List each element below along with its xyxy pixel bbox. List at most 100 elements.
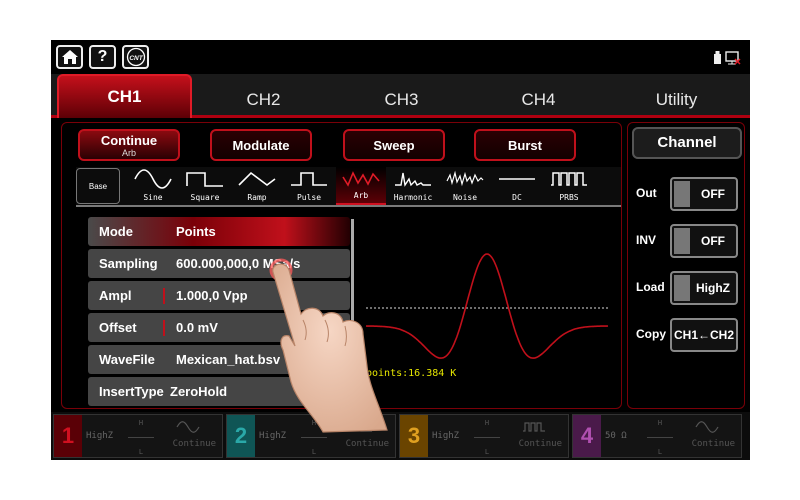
l-label: L <box>484 448 490 456</box>
wave-dc-label: DC <box>512 193 522 202</box>
mexican-hat-trace <box>365 253 609 359</box>
copy-label: Copy <box>636 327 666 341</box>
channel-impedance: HighZ <box>432 431 460 441</box>
burst-button[interactable]: Burst <box>474 129 576 161</box>
square-icon <box>186 172 223 187</box>
tab-ch1[interactable]: CH1 <box>57 74 192 118</box>
param-name: Ampl <box>99 288 132 303</box>
param-marker <box>163 288 165 304</box>
wave-noise[interactable]: Noise <box>440 167 490 205</box>
channel-impedance: HighZ <box>86 431 114 441</box>
preview-svg <box>365 253 609 359</box>
param-value: 0.0 mV <box>176 320 218 335</box>
tab-utility[interactable]: Utility <box>609 82 744 118</box>
inv-label: INV <box>636 233 657 247</box>
l-label: L <box>311 448 317 456</box>
tab-ch2[interactable]: CH2 <box>196 82 331 118</box>
generator-screen: ? CNT CH1 CH2 CH3 CH4 Utility Continue A… <box>51 40 750 460</box>
wave-prbs-label: PRBS <box>559 193 579 202</box>
param-value: ZeroHold <box>170 384 228 399</box>
channel-mode: Continue <box>691 439 735 449</box>
channel-mode: Continue <box>345 439 389 449</box>
toggle-switch <box>674 275 690 301</box>
wave-square-label: Square <box>190 193 220 202</box>
waveform-bar: Base Sine Square Ramp Pulse Arb Harmonic… <box>76 167 621 207</box>
arb-icon <box>342 171 380 187</box>
channel-hl-indicator: HL <box>643 419 677 456</box>
sine-icon <box>176 421 200 433</box>
load-value: HighZ <box>696 281 730 295</box>
h-label: H <box>484 419 490 427</box>
sine-icon <box>134 169 172 189</box>
help-button[interactable]: ? <box>89 45 116 69</box>
wave-prbs[interactable]: PRBS <box>544 167 594 205</box>
wave-arb[interactable]: Arb <box>336 167 386 205</box>
channel-number: 1 <box>54 415 82 457</box>
out-row: Out OFF <box>628 175 746 213</box>
wave-arb-label: Arb <box>353 191 369 200</box>
usb-icon <box>714 51 741 65</box>
channel-panel-title: Channel <box>632 127 742 159</box>
inv-value: OFF <box>701 234 725 248</box>
channel-mode: Continue <box>518 439 562 449</box>
copy-button[interactable]: CH1←CH2 <box>670 318 738 352</box>
cnt-label: CNT <box>129 55 143 62</box>
continue-label: Continue <box>100 132 158 148</box>
channel-4-status[interactable]: 4 50 Ω HL Continue <box>572 414 742 458</box>
param-marker <box>163 320 165 336</box>
continue-sub-label: Arb <box>121 147 136 158</box>
dc-icon <box>499 178 535 180</box>
param-name: InsertType <box>99 384 164 399</box>
param-name: Offset <box>99 320 137 335</box>
harmonic-icon <box>395 172 431 187</box>
out-toggle[interactable]: OFF <box>670 177 738 211</box>
sweep-button[interactable]: Sweep <box>343 129 445 161</box>
tab-ch4[interactable]: CH4 <box>471 82 606 118</box>
channel-status-bar: 1 HighZ HL Continue 2 HighZ HL Continue … <box>51 412 750 460</box>
channel-3-status[interactable]: 3 HighZ H L Continue <box>399 414 569 458</box>
wave-harmonic-label: Harmonic <box>393 193 433 202</box>
wave-ramp-label: Ramp <box>247 193 267 202</box>
channel-hl-indicator: HL <box>124 419 158 456</box>
wave-square[interactable]: Square <box>180 167 230 205</box>
channel-mode: Continue <box>172 439 216 449</box>
channel-tabs: CH1 CH2 CH3 CH4 Utility <box>51 74 750 118</box>
param-value: 1.000,0 Vpp <box>176 288 248 303</box>
param-name: Mode <box>99 224 133 239</box>
continue-button[interactable]: Continue Arb <box>78 129 180 161</box>
channel-number: 2 <box>227 415 255 457</box>
param-mode[interactable]: Mode Points <box>88 217 350 246</box>
copy-row: Copy CH1←CH2 <box>628 316 746 354</box>
load-row: Load HighZ <box>628 269 746 307</box>
channel-number: 3 <box>400 415 428 457</box>
pointing-hand-icon <box>269 258 388 433</box>
inv-toggle[interactable]: OFF <box>670 224 738 258</box>
modulate-button[interactable]: Modulate <box>210 129 312 161</box>
load-label: Load <box>636 280 665 294</box>
h-label: H <box>138 419 144 427</box>
waveform-preview: points:16.384 K <box>356 217 620 409</box>
wave-dc[interactable]: DC <box>492 167 542 205</box>
prbs-icon <box>551 172 587 186</box>
tab-ch3[interactable]: CH3 <box>334 82 469 118</box>
wave-pulse-label: Pulse <box>296 193 322 202</box>
base-button[interactable]: Base <box>76 168 120 204</box>
status-icons <box>712 50 742 71</box>
home-icon[interactable] <box>56 45 83 69</box>
ramp-icon <box>238 171 276 186</box>
param-name: WaveFile <box>99 352 155 367</box>
sine-icon <box>695 421 719 433</box>
toggle-switch <box>674 228 690 254</box>
out-label: Out <box>636 186 657 200</box>
load-button[interactable]: HighZ <box>670 271 738 305</box>
wave-ramp[interactable]: Ramp <box>232 167 282 205</box>
channel-panel: Channel Out OFF INV OFF Load HighZ Copy <box>627 122 745 409</box>
wave-harmonic[interactable]: Harmonic <box>388 167 438 205</box>
cnt-button[interactable]: CNT <box>122 45 149 69</box>
wave-sine[interactable]: Sine <box>128 167 178 205</box>
channel-1-status[interactable]: 1 HighZ HL Continue <box>53 414 223 458</box>
out-value: OFF <box>701 187 725 201</box>
channel-number: 4 <box>573 415 601 457</box>
l-label: L <box>138 448 144 456</box>
wave-pulse[interactable]: Pulse <box>284 167 334 205</box>
